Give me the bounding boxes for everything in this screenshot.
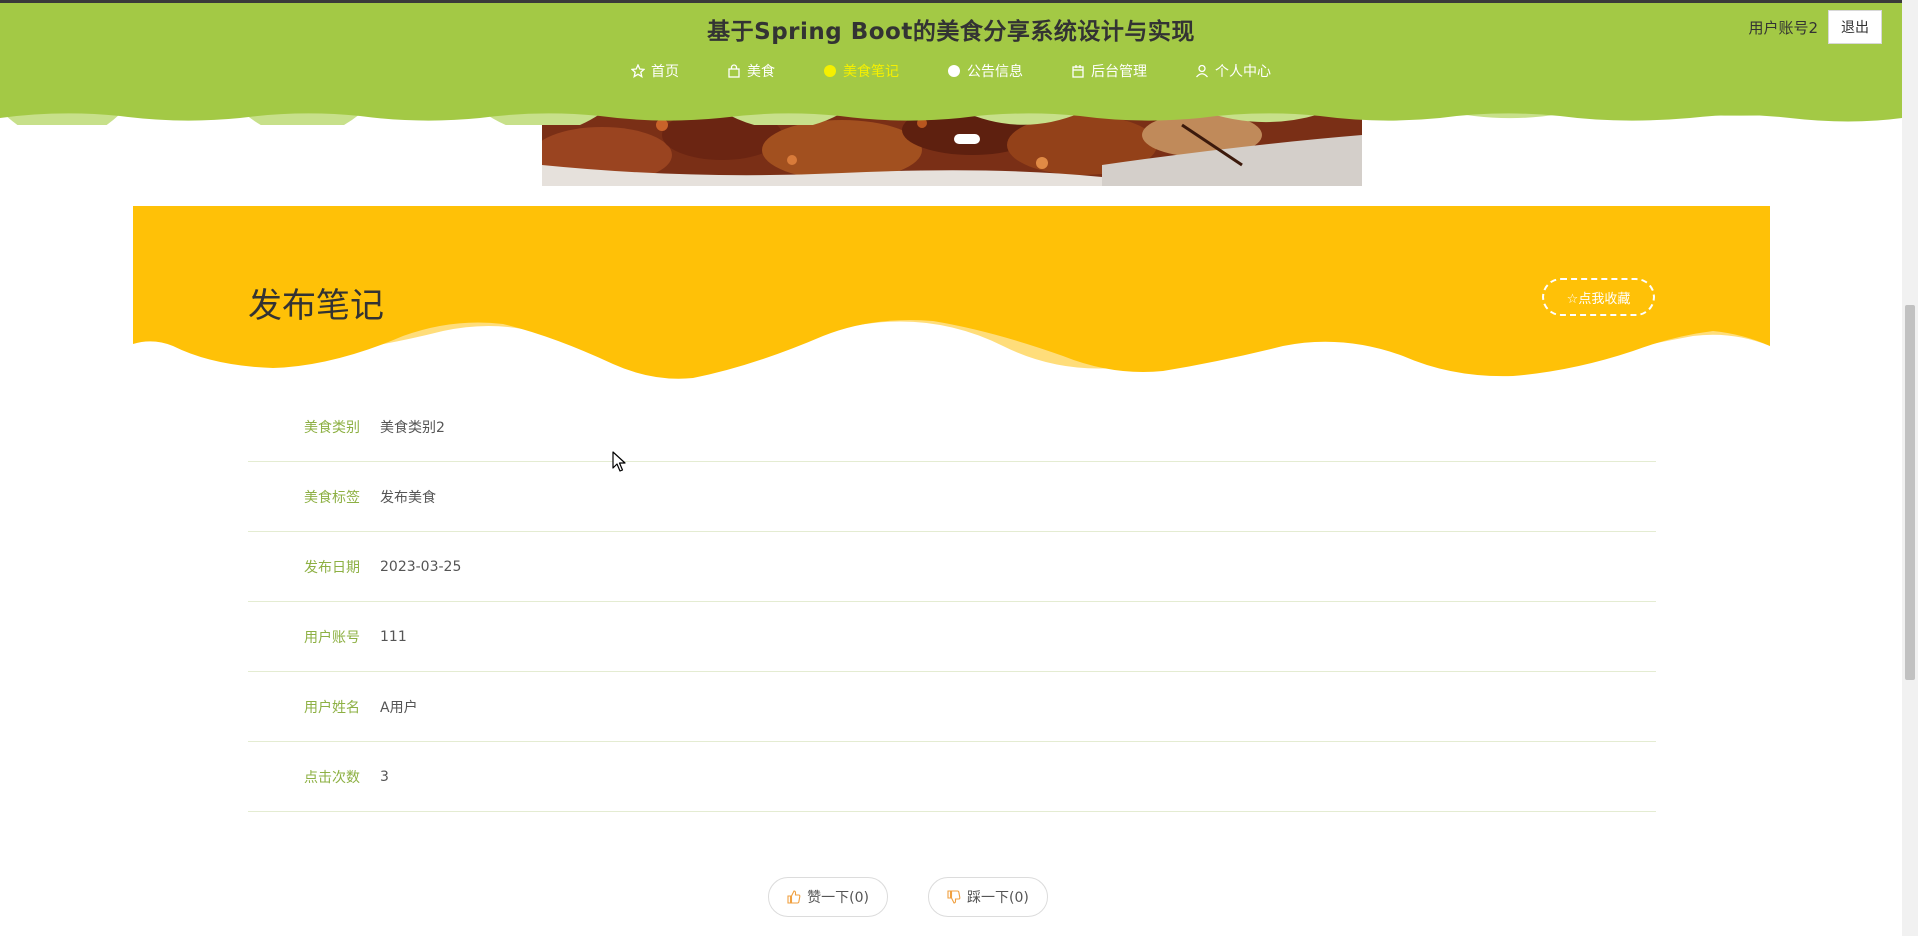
detail-label: 美食标签 xyxy=(304,489,360,506)
user-area: 用户账号2 退出 xyxy=(1748,10,1882,44)
detail-label: 用户账号 xyxy=(304,629,360,646)
detail-value: 发布美食 xyxy=(380,489,436,506)
circle-icon xyxy=(948,65,960,77)
detail-row-category: 美食类别 美食类别2 xyxy=(248,392,1656,462)
window-top-border xyxy=(0,0,1918,3)
detail-value: 美食类别2 xyxy=(380,419,445,436)
nav-item-food-notes[interactable]: 美食笔记 xyxy=(799,60,923,82)
detail-row-date: 发布日期 2023-03-25 xyxy=(248,532,1656,602)
detail-row-account: 用户账号 111 xyxy=(248,602,1656,672)
nav-label: 美食笔记 xyxy=(843,64,899,80)
favorite-button[interactable]: ☆点我收藏 xyxy=(1542,278,1655,316)
favorite-label: ☆点我收藏 xyxy=(1566,291,1631,307)
detail-row-tag: 美食标签 发布美食 xyxy=(248,462,1656,532)
nav-label: 美食 xyxy=(747,64,775,80)
bag-icon xyxy=(728,64,740,78)
note-details: 美食类别 美食类别2 美食标签 发布美食 发布日期 2023-03-25 用户账… xyxy=(248,392,1656,812)
logout-button[interactable]: 退出 xyxy=(1828,10,1882,44)
nav-item-announcements[interactable]: 公告信息 xyxy=(923,60,1047,82)
detail-label: 发布日期 xyxy=(304,559,360,576)
detail-label: 用户姓名 xyxy=(304,699,360,716)
like-label: 赞一下(0) xyxy=(807,890,869,906)
thumbs-up-icon xyxy=(787,890,801,904)
circle-icon xyxy=(824,65,836,77)
scrollbar-thumb[interactable] xyxy=(1905,305,1915,680)
current-user-name: 用户账号2 xyxy=(1748,18,1818,37)
like-button[interactable]: 赞一下(0) xyxy=(768,877,888,917)
detail-value: 2023-03-25 xyxy=(380,558,462,575)
detail-value: 111 xyxy=(380,628,407,645)
detail-value: A用户 xyxy=(380,699,418,716)
detail-row-clicks: 点击次数 3 xyxy=(248,742,1656,812)
detail-value: 3 xyxy=(380,768,389,785)
detail-label: 点击次数 xyxy=(304,769,360,786)
box-icon xyxy=(1072,65,1084,78)
page: 基于Spring Boot的美食分享系统设计与实现 首页 美食 美食笔记 公告信… xyxy=(0,0,1918,936)
nav-item-admin[interactable]: 后台管理 xyxy=(1047,60,1171,82)
site-title: 基于Spring Boot的美食分享系统设计与实现 xyxy=(707,19,1195,45)
note-title: 发布笔记 xyxy=(248,286,384,326)
carousel-indicator[interactable] xyxy=(954,134,980,144)
nav-item-profile[interactable]: 个人中心 xyxy=(1171,60,1295,82)
nav-item-food[interactable]: 美食 xyxy=(703,60,799,82)
nav-label: 公告信息 xyxy=(967,64,1023,80)
detail-label: 美食类别 xyxy=(304,419,360,436)
mouse-cursor-icon xyxy=(612,451,626,472)
thumbs-down-icon xyxy=(947,890,961,904)
dislike-label: 踩一下(0) xyxy=(967,890,1029,906)
nav-item-home[interactable]: 首页 xyxy=(607,60,703,82)
page-scrollbar[interactable] xyxy=(1902,0,1918,936)
site-header: 基于Spring Boot的美食分享系统设计与实现 首页 美食 美食笔记 公告信… xyxy=(0,0,1902,125)
note-header-section: 发布笔记 ☆点我收藏 xyxy=(133,206,1770,381)
star-icon xyxy=(631,64,645,78)
detail-row-username: 用户姓名 A用户 xyxy=(248,672,1656,742)
nav-label: 个人中心 xyxy=(1215,64,1271,80)
user-icon xyxy=(1196,64,1208,78)
main-nav: 首页 美食 美食笔记 公告信息 后台管理 个人中心 xyxy=(0,60,1902,82)
dislike-button[interactable]: 踩一下(0) xyxy=(928,877,1048,917)
nav-label: 首页 xyxy=(651,64,679,80)
vote-actions: 赞一下(0) 踩一下(0) xyxy=(0,877,1902,917)
nav-label: 后台管理 xyxy=(1091,64,1147,80)
